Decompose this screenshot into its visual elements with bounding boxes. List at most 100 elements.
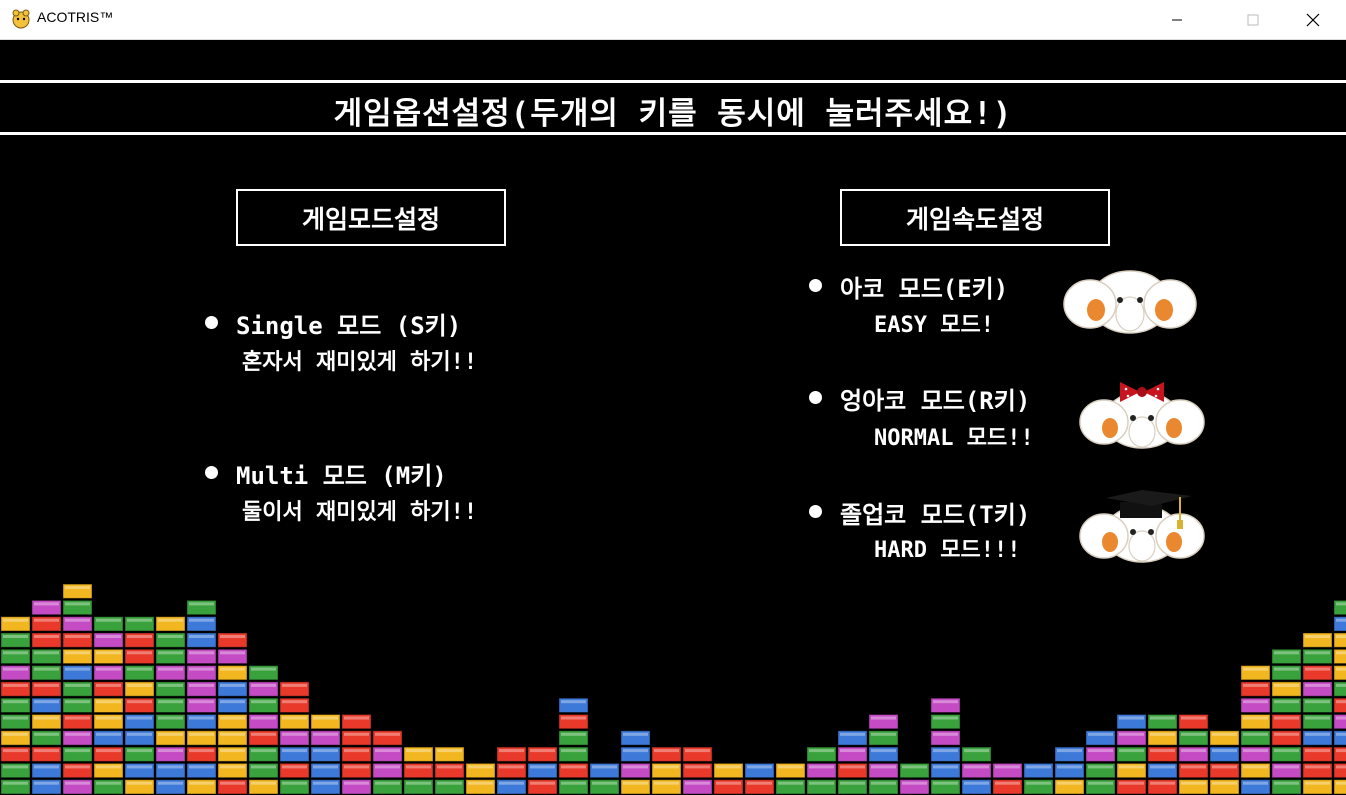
tetris-brick-highlight [65, 667, 90, 671]
tetris-brick-highlight [375, 781, 400, 785]
tetris-brick-highlight [1336, 716, 1346, 720]
tetris-brick-highlight [65, 732, 90, 736]
tetris-brick-highlight [437, 765, 462, 769]
tetris-brick-highlight [96, 765, 121, 769]
tetris-brick-highlight [1243, 700, 1268, 704]
tetris-brick-highlight [1212, 781, 1237, 785]
tetris-brick-highlight [34, 683, 59, 687]
tetris-brick-highlight [96, 716, 121, 720]
tetris-brick-highlight [375, 749, 400, 753]
tetris-brick-highlight [127, 667, 152, 671]
tetris-brick-highlight [1212, 732, 1237, 736]
tetris-brick-highlight [1243, 781, 1268, 785]
tetris-brick-highlight [1181, 732, 1206, 736]
tetris-brick-highlight [964, 765, 989, 769]
tetris-brick-highlight [127, 651, 152, 655]
close-icon [1306, 13, 1320, 26]
tetris-brick-highlight [561, 749, 586, 753]
tetris-brick-highlight [282, 732, 307, 736]
tetris-brick-highlight [437, 781, 462, 785]
tetris-brick-highlight [189, 618, 214, 622]
tetris-brick-highlight [3, 651, 28, 655]
tetris-brick-highlight [189, 716, 214, 720]
tetris-brick-highlight [499, 749, 524, 753]
tetris-brick-highlight [1088, 749, 1113, 753]
tetris-brick-highlight [1212, 749, 1237, 753]
tetris-brick-highlight [34, 716, 59, 720]
tetris-brick-highlight [158, 618, 183, 622]
tetris-brick-highlight [313, 781, 338, 785]
tetris-brick-highlight [871, 749, 896, 753]
tetris-brick-highlight [65, 700, 90, 704]
tetris-brick-highlight [251, 781, 276, 785]
tetris-brick-highlight [623, 765, 648, 769]
tetris-brick-highlight [1212, 765, 1237, 769]
tetris-brick-highlight [902, 765, 927, 769]
tetris-brick-highlight [127, 781, 152, 785]
tetris-brick-highlight [1336, 732, 1346, 736]
tetris-brick-highlight [251, 732, 276, 736]
close-button[interactable] [1290, 0, 1336, 39]
tetris-brick-highlight [96, 651, 121, 655]
tetris-brick-highlight [127, 765, 152, 769]
tetris-brick-highlight [189, 781, 214, 785]
tetris-brick-highlight [1119, 732, 1144, 736]
window-titlebar: ACOTRIS™ [0, 0, 1346, 40]
tetris-brick-highlight [65, 781, 90, 785]
tetris-brick-highlight [1336, 602, 1346, 606]
tetris-brick-highlight [1305, 635, 1330, 638]
tetris-brick-highlight [189, 683, 214, 687]
tetris-brick-highlight [127, 716, 152, 720]
tetris-brick-highlight [3, 635, 28, 638]
tetris-brick-highlight [499, 765, 524, 769]
tetris-brick-highlight [1119, 749, 1144, 753]
tetris-brick-highlight [344, 732, 369, 736]
tetris-brick-highlight [220, 765, 245, 769]
tetris-brick-highlight [313, 749, 338, 753]
tetris-brick-highlight [1150, 781, 1175, 785]
tetris-brick-highlight [654, 765, 679, 769]
maximize-button[interactable] [1230, 0, 1276, 39]
tetris-brick-highlight [1150, 765, 1175, 769]
tetris-brick-highlight [65, 749, 90, 753]
tetris-brick-highlight [34, 749, 59, 753]
tetris-brick-highlight [34, 667, 59, 671]
tetris-brick-highlight [1057, 749, 1082, 753]
tetris-brick-highlight [158, 700, 183, 704]
tetris-brick-highlight [592, 765, 617, 769]
tetris-brick-highlight [995, 765, 1020, 769]
tetris-brick-highlight [96, 781, 121, 785]
tetris-brick-highlight [282, 700, 307, 704]
tetris-brick-highlight [840, 732, 865, 736]
tetris-brick-highlight [220, 667, 245, 671]
tetris-brick-highlight [561, 732, 586, 736]
tetris-brick-highlight [964, 749, 989, 753]
tetris-brick-highlight [1274, 667, 1299, 671]
tetris-brick-highlight [1305, 700, 1330, 704]
tetris-brick-highlight [1243, 667, 1268, 671]
minimize-button[interactable] [1154, 0, 1200, 39]
tetris-brick-highlight [1274, 716, 1299, 720]
tetris-brick-highlight [530, 749, 555, 753]
tetris-brick-highlight [623, 781, 648, 785]
tetris-brick-highlight [344, 749, 369, 753]
tetris-brick-highlight [964, 781, 989, 785]
tetris-brick-wall [0, 583, 1346, 795]
tetris-brick-highlight [468, 781, 493, 785]
tetris-brick-highlight [933, 716, 958, 720]
tetris-brick-highlight [65, 651, 90, 655]
tetris-brick-highlight [282, 781, 307, 785]
tetris-brick-highlight [1274, 651, 1299, 655]
tetris-brick-highlight [127, 683, 152, 687]
tetris-brick-highlight [1243, 765, 1268, 769]
tetris-brick-highlight [251, 716, 276, 720]
tetris-brick-highlight [1026, 765, 1051, 769]
tetris-brick-highlight [1057, 781, 1082, 785]
tetris-brick-highlight [1336, 700, 1346, 704]
tetris-brick-highlight [189, 635, 214, 638]
tetris-brick-highlight [127, 618, 152, 622]
tetris-brick-highlight [313, 716, 338, 720]
tetris-brick-highlight [1274, 683, 1299, 687]
tetris-brick-highlight [1150, 716, 1175, 720]
tetris-brick-highlight [34, 781, 59, 785]
